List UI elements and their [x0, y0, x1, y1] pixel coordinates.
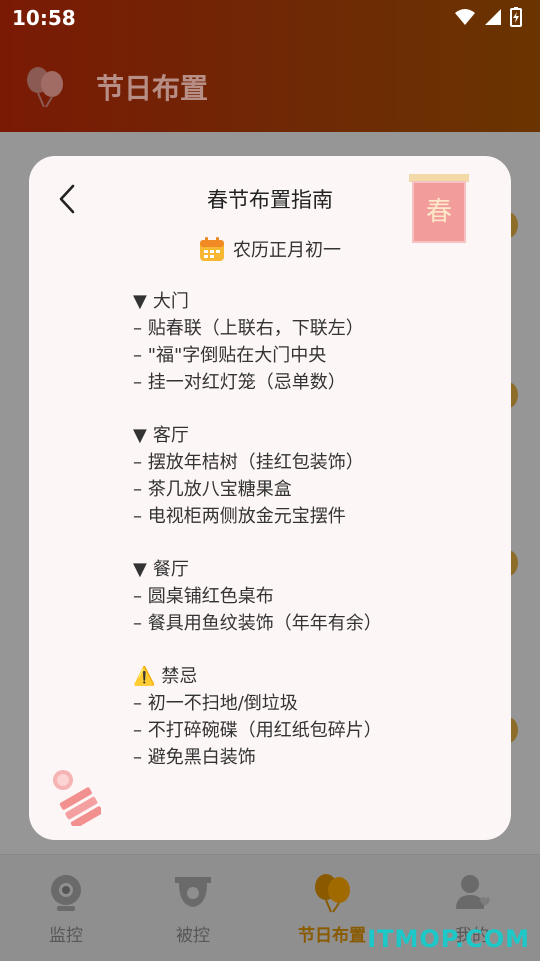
status-icons — [454, 7, 522, 27]
section-heading: ▼ 餐厅 — [133, 556, 382, 583]
spring-scroll-icon: 春 — [409, 174, 469, 243]
date-row: 农历正月初一 — [29, 236, 511, 262]
list-item: – 初一不扫地/倒垃圾 — [133, 693, 298, 714]
section-title: 禁忌 — [161, 666, 198, 687]
nav-label: 被控 — [176, 926, 210, 946]
nav-label: 监控 — [49, 926, 83, 946]
section-heading: ▼ 大门 — [133, 288, 382, 315]
guide-dialog: 春节布置指南 春 农历正月初一 ▼ 大门 – 贴春联（上联右，下联左） – "福… — [29, 156, 511, 840]
nav-label: 节日布置 — [298, 926, 366, 946]
list-item: – 电视柜两侧放金元宝摆件 — [133, 506, 346, 527]
section-title: 客厅 — [152, 425, 189, 446]
nav-item-festival[interactable]: 节日布置 — [292, 873, 372, 946]
section-gate: ▼ 大门 – 贴春联（上联右，下联左） – "福"字倒贴在大门中央 – 挂一对红… — [133, 288, 382, 396]
nav-item-monitor[interactable]: 监控 — [26, 873, 106, 946]
security-camera-icon — [175, 877, 211, 907]
list-item: – 避免黑白装饰 — [133, 747, 256, 768]
list-item: – "福"字倒贴在大门中央 — [133, 345, 327, 366]
balloon-icon — [315, 874, 350, 913]
list-item: – 茶几放八宝糖果盒 — [133, 479, 292, 500]
app-bar: 10:58 节日布置 — [0, 0, 540, 132]
camera-icon — [51, 875, 81, 911]
triangle-down-icon: ▼ — [133, 291, 147, 312]
section-heading: ▼ 客厅 — [133, 422, 382, 449]
title-row: 节日布置 — [24, 66, 208, 108]
page-title: 节日布置 — [96, 72, 209, 105]
bottom-nav: 监控 被控 节日布置 我的 ITMOP.COM — [0, 854, 540, 961]
balloon-logo-icon — [27, 67, 63, 108]
section-living-room: ▼ 客厅 – 摆放年桔树（挂红包装饰） – 茶几放八宝糖果盒 – 电视柜两侧放金… — [133, 422, 382, 530]
firecracker-icon — [53, 770, 101, 826]
status-bar: 10:58 — [0, 0, 540, 40]
wifi-icon — [455, 9, 475, 25]
section-title: 大门 — [152, 291, 189, 312]
battery-icon — [510, 7, 522, 27]
section-dining-room: ▼ 餐厅 – 圆桌铺红色桌布 – 餐具用鱼纹装饰（年年有余） — [133, 556, 382, 637]
list-item: – 圆桌铺红色桌布 — [133, 586, 274, 607]
list-item: – 不打碎碗碟（用红纸包碎片） — [133, 720, 382, 741]
calendar-icon — [200, 237, 224, 261]
triangle-down-icon: ▼ — [133, 425, 147, 446]
signal-icon — [485, 9, 501, 25]
section-heading: ⚠️ 禁忌 — [133, 663, 382, 690]
scroll-character: 春 — [426, 197, 452, 227]
warning-icon: ⚠️ — [133, 666, 156, 687]
section-taboos: ⚠️ 禁忌 – 初一不扫地/倒垃圾 – 不打碎碗碟（用红纸包碎片） – 避免黑白… — [133, 663, 382, 771]
section-title: 餐厅 — [152, 559, 189, 580]
user-icon — [456, 875, 490, 909]
list-item: – 餐具用鱼纹装饰（年年有余） — [133, 613, 382, 634]
watermark: ITMOP.COM — [367, 925, 530, 953]
triangle-down-icon: ▼ — [133, 559, 147, 580]
nav-item-controlled[interactable]: 被控 — [153, 873, 233, 946]
lunar-date: 农历正月初一 — [233, 240, 341, 261]
list-item: – 摆放年桔树（挂红包装饰） — [133, 452, 364, 473]
list-item: – 贴春联（上联右，下联左） — [133, 318, 364, 339]
guide-content: ▼ 大门 – 贴春联（上联右，下联左） – "福"字倒贴在大门中央 – 挂一对红… — [133, 288, 382, 797]
list-item: – 挂一对红灯笼（忌单数） — [133, 372, 346, 393]
status-time: 10:58 — [12, 6, 76, 30]
